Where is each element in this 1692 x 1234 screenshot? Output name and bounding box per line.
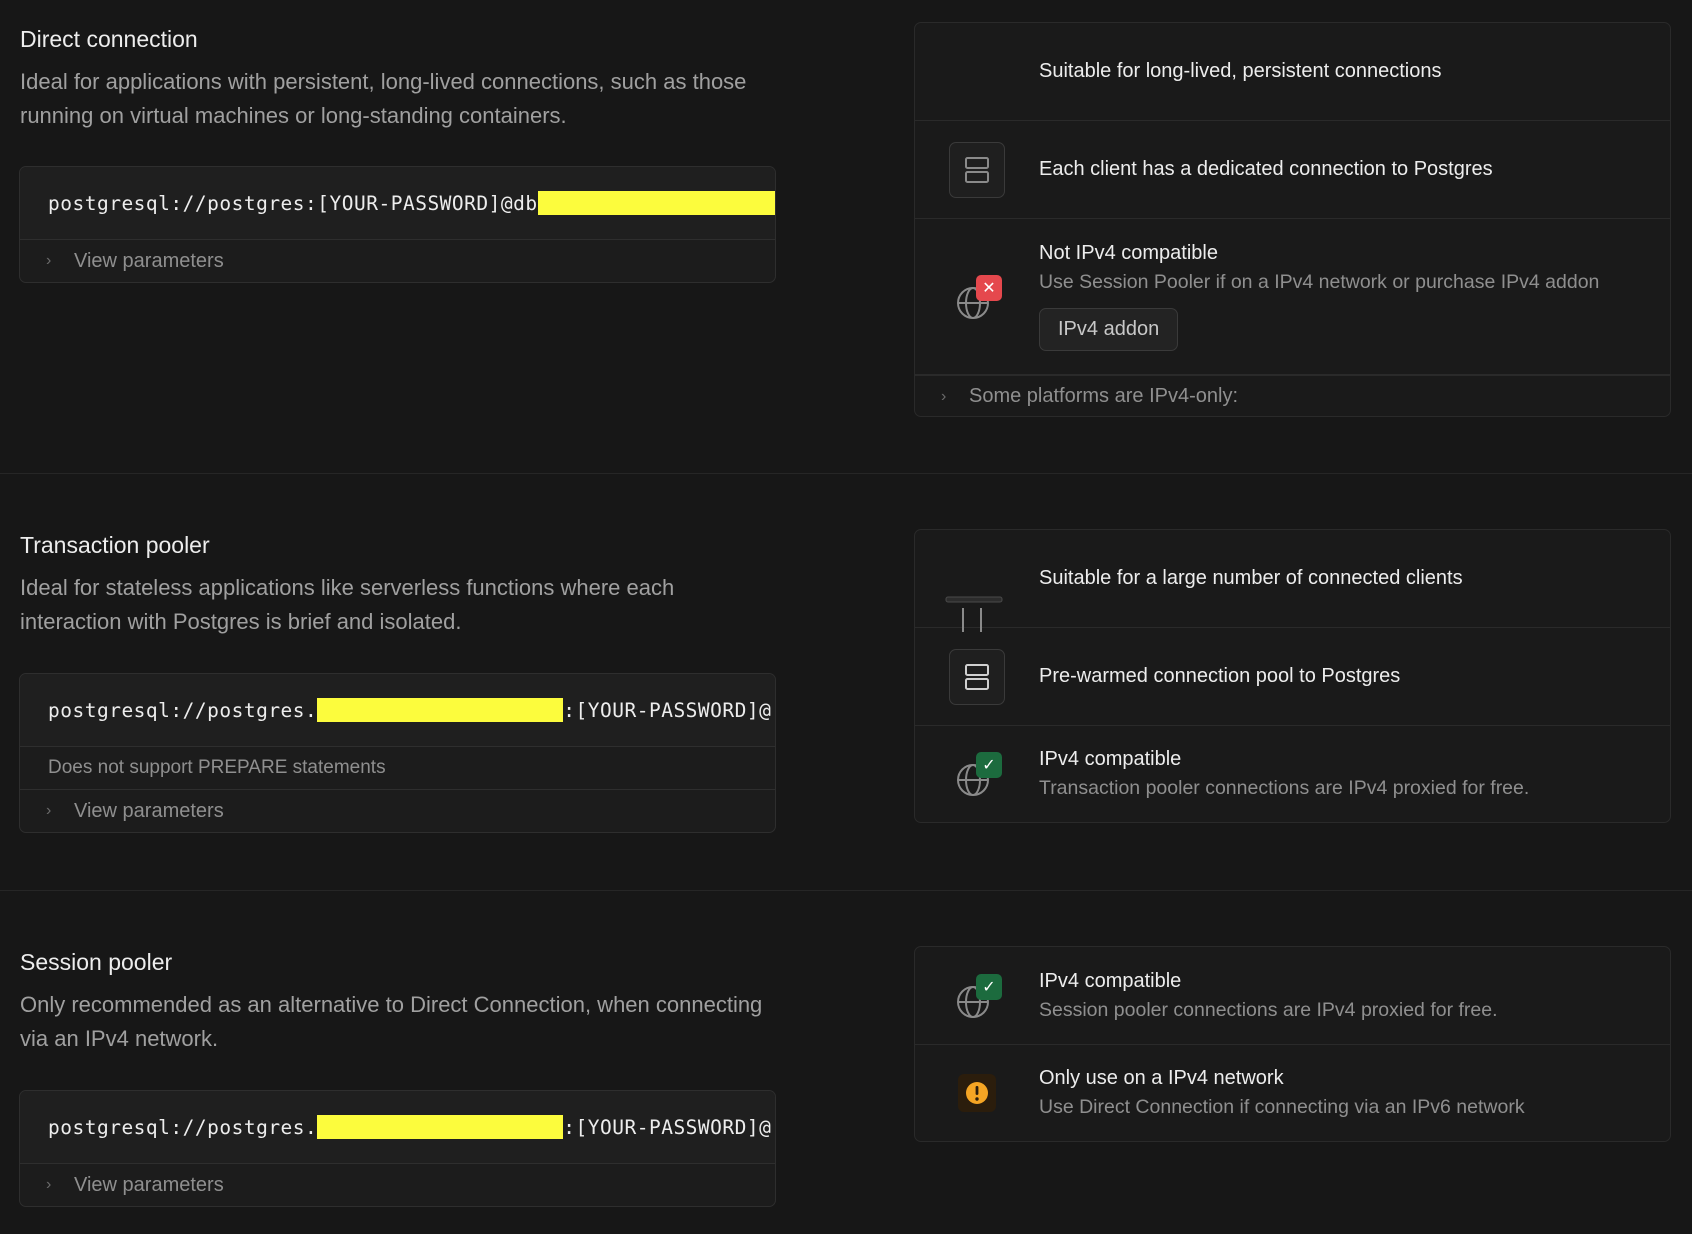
chevron-right-icon: › [941,387,947,405]
direct-features-card: Suitable for long-lived, persistent conn… [914,22,1671,417]
direct-connection-info: Direct connection Ideal for applications… [20,26,776,133]
prepare-statements-note: Does not support PREPARE statements [20,747,775,790]
transaction-features-card: Suitable for a large number of connected… [914,529,1671,823]
chevron-right-icon: › [46,802,52,819]
feature-text: Not IPv4 compatible Use Session Pooler i… [1039,242,1599,351]
database-icon [949,648,1005,705]
view-parameters-toggle[interactable]: › View parameters [20,1164,775,1206]
connection-string-box: postgresql://postgres.:[YOUR-PASSWORD]@ … [19,1090,776,1207]
feature-title: IPv4 compatible [1039,969,1182,992]
connection-string[interactable]: postgresql://postgres:[YOUR-PASSWORD]@db [48,192,538,215]
ipv4-addon-button[interactable]: IPv4 addon [1039,308,1179,351]
icon-slot [915,23,1039,120]
feature-title: Suitable for long-lived, persistent conn… [1039,60,1442,82]
redacted-project-ref [317,1115,564,1139]
connection-string-prefix[interactable]: postgresql://postgres. [48,1116,317,1139]
feature-title: Only use on a IPv4 network [1039,1067,1284,1089]
icon-slot [915,121,1039,218]
section-title: Session pooler [20,949,173,975]
globe-icon-wrap: ✓ [947,966,1007,1026]
feature-row: ✓ IPv4 compatible Transaction pooler con… [915,726,1670,822]
feature-title: Each client has a dedicated connection t… [1039,158,1493,180]
feature-title: IPv4 compatible [1039,748,1182,770]
chevron-right-icon: › [46,252,52,269]
section-title: Direct connection [20,26,198,52]
view-parameters-toggle[interactable]: › View parameters [20,240,775,282]
session-pooler-info: Session pooler Only recommended as an al… [20,949,776,1056]
error-x-badge: ✕ [976,274,1002,301]
feature-title: Pre-warmed connection pool to Postgres [1039,665,1401,687]
section-description: Ideal for applications with persistent, … [20,69,747,128]
check-badge: ✓ [976,752,1002,778]
feature-row: Pre-warmed connection pool to Postgres [915,628,1670,726]
redacted-project-ref [317,698,564,722]
icon-slot [915,1045,1039,1141]
globe-icon-wrap: ✓ [947,744,1007,804]
connection-string-row[interactable]: postgresql://postgres. :[YOUR-PASSWORD]@ [20,674,775,747]
feature-subtitle: Use Session Pooler if on a IPv4 network … [1039,271,1600,293]
database-icon [949,141,1005,198]
ipv4-platforms-toggle[interactable]: › Some platforms are IPv4-only: [915,375,1670,416]
redacted-host [537,191,775,215]
connection-string-row[interactable]: postgresql://postgres. :[YOUR-PASSWORD]@ [20,1091,775,1164]
connection-string-row[interactable]: postgresql://postgres:[YOUR-PASSWORD]@db [20,167,775,240]
check-badge: ✓ [976,973,1002,1000]
feature-row: ✓ IPv4 compatible Session pooler connect… [915,947,1670,1045]
globe-icon-wrap: ✕ [947,267,1007,327]
icon-slot: ✕ [915,219,1039,374]
view-parameters-label: View parameters [74,1173,224,1196]
session-pooler-section: Session pooler Only recommended as an al… [0,891,1692,1234]
connection-string-prefix[interactable]: postgresql://postgres. [48,699,317,722]
connection-string-box: postgresql://postgres:[YOUR-PASSWORD]@db… [19,166,776,283]
feature-title: Suitable for a large number of connected… [1039,567,1463,589]
feature-text: IPv4 compatible Transaction pooler conne… [1039,748,1529,800]
pooler-icon [945,596,1003,632]
chevron-right-icon: › [46,1176,52,1193]
icon-slot [915,628,1039,725]
view-parameters-toggle[interactable]: › View parameters [20,790,775,832]
session-features-card: ✓ IPv4 compatible Session pooler connect… [914,946,1671,1142]
transaction-pooler-info: Transaction pooler Ideal for stateless a… [20,532,776,639]
feature-text: Only use on a IPv4 network Use Direct Co… [1039,1067,1525,1119]
direct-connection-section: Direct connection Ideal for applications… [0,0,1692,473]
connection-string-suffix[interactable]: :[YOUR-PASSWORD]@ [563,1116,771,1139]
icon-slot: ✓ [915,947,1039,1044]
feature-row: ✕ Not IPv4 compatible Use Session Pooler… [915,219,1670,375]
feature-row: Suitable for a large number of connected… [915,530,1670,632]
transaction-pooler-section: Transaction pooler Ideal for stateless a… [0,474,1692,890]
feature-row: Suitable for long-lived, persistent conn… [915,23,1670,121]
feature-text: IPv4 compatible Session pooler connectio… [1039,970,1498,1022]
view-parameters-label: View parameters [74,799,224,822]
view-parameters-label: View parameters [74,249,224,272]
section-title: Transaction pooler [20,532,210,558]
feature-title: Not IPv4 compatible [1039,242,1218,264]
feature-row: Only use on a IPv4 network Use Direct Co… [915,1045,1670,1141]
icon-slot [915,530,1039,632]
section-description: Ideal for stateless applications like se… [20,575,675,634]
feature-subtitle: Use Direct Connection if connecting via … [1039,1096,1525,1118]
warning-icon [958,1074,996,1112]
feature-subtitle: Session pooler connections are IPv4 prox… [1039,998,1498,1021]
icon-slot: ✓ [915,726,1039,822]
connection-string-box: postgresql://postgres.:[YOUR-PASSWORD]@ … [19,673,776,833]
ipv4-platforms-label: Some platforms are IPv4-only: [969,385,1238,407]
feature-subtitle: Transaction pooler connections are IPv4 … [1039,777,1530,799]
section-description: Only recommended as an alternative to Di… [20,992,763,1051]
feature-row: Each client has a dedicated connection t… [915,121,1670,219]
connection-string-suffix[interactable]: :[YOUR-PASSWORD]@ [563,699,771,722]
